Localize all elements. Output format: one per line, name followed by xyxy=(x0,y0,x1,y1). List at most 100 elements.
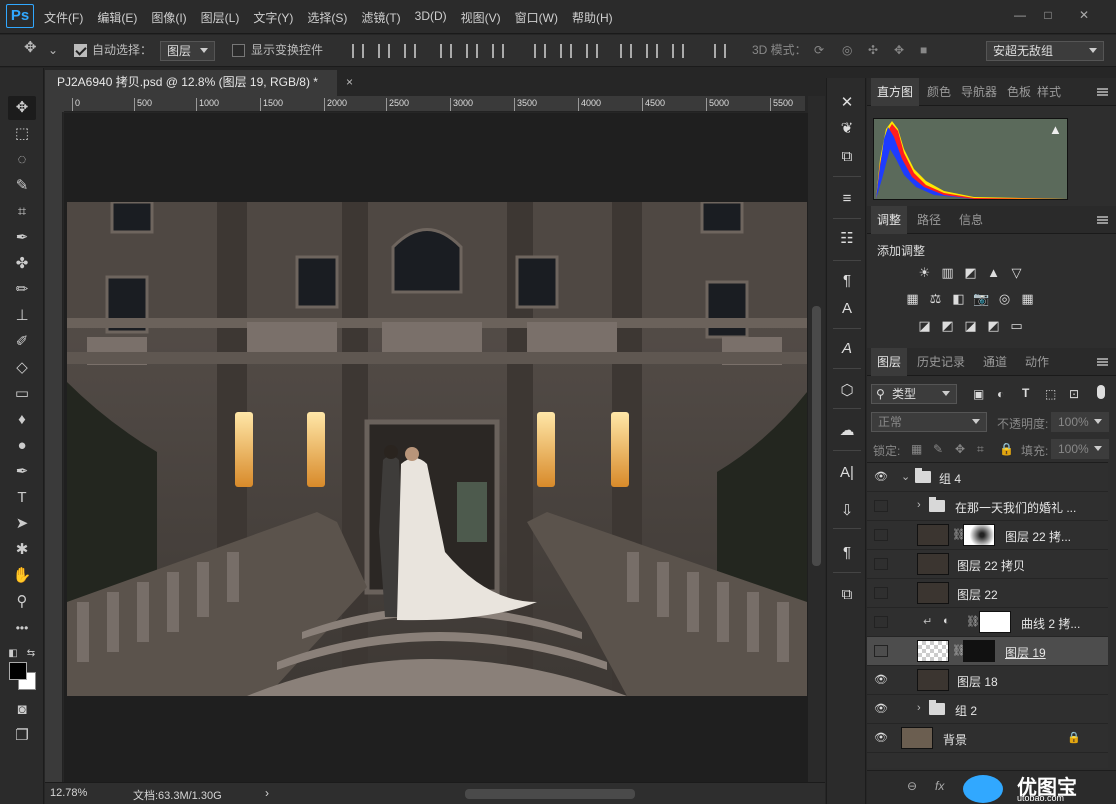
shape-tool-icon[interactable]: ✱ xyxy=(8,538,36,562)
layer-mask-thumbnail[interactable] xyxy=(979,611,1011,633)
visibility-off-box[interactable] xyxy=(874,616,888,628)
panel-menu-icon[interactable] xyxy=(1097,88,1108,96)
distribute-right-icon[interactable] xyxy=(672,44,684,58)
tab-color[interactable]: 颜色 xyxy=(921,78,957,106)
chevron-down-icon[interactable]: ⌄ xyxy=(48,43,58,57)
menu-filter[interactable]: 滤镜(T) xyxy=(361,9,400,26)
align-bottom-icon[interactable] xyxy=(404,44,416,58)
3d-roll-icon[interactable]: ◎ xyxy=(842,43,852,57)
align-hcenter-icon[interactable] xyxy=(466,44,478,58)
layer-row[interactable]: 👁 背景 🔒 xyxy=(867,724,1108,753)
filter-smart-icon[interactable]: ⊡ xyxy=(1069,387,1079,401)
gradient-tool-icon[interactable]: ▭ xyxy=(8,382,36,406)
menu-window[interactable]: 窗口(W) xyxy=(515,9,558,26)
align-vcenter-icon[interactable] xyxy=(378,44,390,58)
blend-mode-dropdown[interactable]: 正常 xyxy=(871,412,987,432)
lasso-tool-icon[interactable]: ◌ xyxy=(8,148,36,172)
pen-tool-icon[interactable]: ✒ xyxy=(8,460,36,484)
visibility-eye-icon[interactable]: 👁 xyxy=(874,674,888,686)
color-lookup-icon[interactable]: ▦ xyxy=(1018,291,1037,307)
link-chain-icon[interactable]: ⛓ xyxy=(966,615,980,628)
distribute-bottom-icon[interactable] xyxy=(586,44,598,58)
tab-layers[interactable]: 图层 xyxy=(871,348,908,376)
fill-field[interactable]: 100% xyxy=(1051,439,1109,459)
brightness-icon[interactable]: ☀ xyxy=(915,265,934,281)
auto-align-icon[interactable] xyxy=(714,44,726,58)
black-white-icon[interactable]: ◧ xyxy=(949,291,968,307)
history-brush-icon[interactable]: ✐ xyxy=(8,330,36,354)
close-tab-icon[interactable]: × xyxy=(346,70,353,94)
tab-adjustments[interactable]: 调整 xyxy=(871,206,908,234)
status-menu-arrow[interactable]: › xyxy=(265,786,269,800)
tool-presets-icon[interactable]: ☷ xyxy=(835,228,859,250)
menu-edit[interactable]: 编辑(E) xyxy=(97,9,137,26)
panel-menu-icon[interactable] xyxy=(1097,358,1108,366)
visibility-eye-icon[interactable]: 👁 xyxy=(874,732,888,744)
layer-row[interactable]: ↵ ◐ ⛓ 曲线 2 拷... xyxy=(867,608,1108,637)
menu-layer[interactable]: 图层(L) xyxy=(201,9,240,26)
character-icon[interactable]: A xyxy=(835,338,859,360)
zoom-level[interactable]: 12.78% xyxy=(50,787,87,799)
show-transform-checkbox[interactable] xyxy=(232,44,245,57)
layer-row[interactable]: 👁 图层 18 xyxy=(867,666,1108,695)
brush-tool-icon[interactable]: ✏ xyxy=(8,278,36,302)
character-styles-icon[interactable]: ¶ xyxy=(835,270,859,292)
filter-toggle-icon[interactable] xyxy=(1097,385,1105,399)
distribute-left-icon[interactable] xyxy=(620,44,632,58)
visibility-off-box[interactable] xyxy=(874,500,888,512)
quick-mask-icon[interactable]: ◙ xyxy=(8,698,36,722)
color-balance-icon[interactable]: ⚖ xyxy=(926,291,945,307)
posterize-icon[interactable]: ◩ xyxy=(938,318,957,334)
menu-help[interactable]: 帮助(H) xyxy=(572,9,613,26)
vibrance-icon[interactable]: ▽ xyxy=(1007,265,1026,281)
more-tools-icon[interactable]: ••• xyxy=(8,616,36,640)
fx-icon[interactable]: fx xyxy=(935,779,944,793)
layer-mask-thumbnail[interactable] xyxy=(963,524,995,546)
menu-file[interactable]: 文件(F) xyxy=(44,9,83,26)
clone-source-icon[interactable]: ⧉ xyxy=(835,146,859,168)
menu-select[interactable]: 选择(S) xyxy=(307,9,347,26)
paragraph-icon[interactable]: ¶ xyxy=(835,542,859,564)
eraser-tool-icon[interactable]: ◇ xyxy=(8,356,36,380)
menu-image[interactable]: 图像(I) xyxy=(151,9,186,26)
maximize-button[interactable]: □ xyxy=(1036,6,1060,24)
filter-pixel-icon[interactable]: ▣ xyxy=(973,387,984,401)
distribute-top-icon[interactable] xyxy=(534,44,546,58)
screen-mode-icon[interactable]: ❐ xyxy=(8,724,36,748)
lock-all-icon[interactable]: 🔒 xyxy=(999,442,1014,456)
tab-actions[interactable]: 动作 xyxy=(1019,348,1055,376)
3d-icon[interactable]: ⬡ xyxy=(835,380,859,402)
visibility-eye-icon[interactable]: 👁 xyxy=(874,703,888,715)
properties-icon[interactable]: ≡ xyxy=(835,188,859,210)
warning-icon[interactable]: ▲ xyxy=(1049,122,1062,137)
menu-3d[interactable]: 3D(D) xyxy=(415,9,447,26)
visibility-off-box[interactable] xyxy=(874,645,888,657)
layer-row[interactable]: 图层 22 拷贝 xyxy=(867,550,1108,579)
tab-navigator[interactable]: 导航器 xyxy=(955,78,1003,106)
tab-info[interactable]: 信息 xyxy=(953,206,989,234)
timeline-icon[interactable]: ⇩ xyxy=(835,500,859,522)
lock-position-icon[interactable]: ✥ xyxy=(955,442,965,456)
scroll-thumb[interactable] xyxy=(812,306,821,566)
distribute-vcenter-icon[interactable] xyxy=(560,44,572,58)
layer-row[interactable]: 👁 ⌄ 组 4 xyxy=(867,463,1108,492)
curves-icon[interactable]: ◩ xyxy=(961,265,980,281)
auto-select-checkbox[interactable] xyxy=(74,44,87,57)
glyphs-icon[interactable]: A xyxy=(835,298,859,320)
auto-select-dropdown[interactable]: 图层 xyxy=(160,41,215,61)
visibility-off-box[interactable] xyxy=(874,587,888,599)
libraries-icon[interactable]: ☁ xyxy=(835,420,859,442)
menu-type[interactable]: 文字(Y) xyxy=(253,9,293,26)
hue-saturation-icon[interactable]: ▦ xyxy=(903,291,922,307)
layer-row[interactable]: 👁 › 组 2 xyxy=(867,695,1108,724)
layer-comps-icon[interactable]: ⧉ xyxy=(835,584,859,606)
move-tool-icon[interactable]: ✥ xyxy=(24,40,37,55)
3d-drag-icon[interactable]: ✣ xyxy=(868,43,878,57)
foreground-color-swatch[interactable] xyxy=(9,662,27,680)
filter-type-icon[interactable]: T xyxy=(1022,386,1029,400)
crop-tool-icon[interactable]: ⌗ xyxy=(8,200,36,224)
3d-slide-icon[interactable]: ✥ xyxy=(894,43,904,57)
group-collapsed-icon[interactable]: › xyxy=(917,499,921,511)
eyedropper-tool-icon[interactable]: ✒ xyxy=(8,226,36,250)
align-top-icon[interactable] xyxy=(352,44,364,58)
